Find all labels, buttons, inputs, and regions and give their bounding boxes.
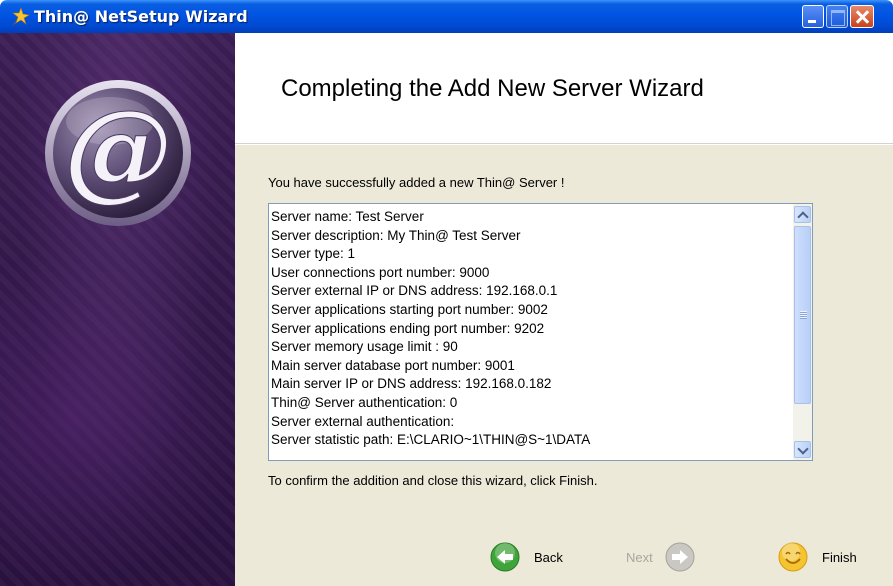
scroll-grip-icon <box>800 311 807 319</box>
back-label: Back <box>534 549 563 565</box>
minimize-button[interactable] <box>802 5 824 28</box>
finish-button[interactable]: Finish <box>778 541 857 573</box>
page-title: Completing the Add New Server Wizard <box>281 75 704 102</box>
finish-label: Finish <box>822 549 857 565</box>
summary-line: Main server IP or DNS address: 192.168.0… <box>271 376 552 392</box>
summary-line: Server memory usage limit : 90 <box>271 339 458 355</box>
wizard-icon <box>12 7 30 26</box>
summary-line: Main server database port number: 9001 <box>271 357 515 373</box>
summary-line: Thin@ Server authentication: 0 <box>271 394 458 410</box>
next-label: Next <box>626 549 653 565</box>
wizard-body: You have successfully added a new Thin@ … <box>235 145 893 586</box>
summary-textbox[interactable]: Server name: Test Server Server descript… <box>268 203 813 461</box>
title-bar[interactable]: Thin@ NetSetup Wizard <box>0 0 893 33</box>
summary-line: Server external authentication: <box>271 413 455 429</box>
summary-line: Server external IP or DNS address: 192.1… <box>271 283 558 299</box>
success-message: You have successfully added a new Thin@ … <box>268 175 565 190</box>
scroll-down-button[interactable] <box>794 441 811 458</box>
summary-line: Server applications starting port number… <box>271 301 548 317</box>
smiley-icon <box>778 542 808 572</box>
summary-line: Server applications ending port number: … <box>271 320 545 336</box>
maximize-button[interactable] <box>826 5 848 28</box>
at-sign-logo: @ <box>45 80 191 226</box>
side-panel: @ <box>0 33 235 586</box>
summary-lines: Server name: Test Server Server descript… <box>271 208 781 450</box>
wizard-header: Completing the Add New Server Wizard <box>235 33 893 143</box>
scroll-up-button[interactable] <box>794 206 811 223</box>
svg-text:@: @ <box>64 87 172 213</box>
summary-line: Server type: 1 <box>271 246 356 262</box>
window-title: Thin@ NetSetup Wizard <box>34 7 248 26</box>
summary-line: Server statistic path: E:\CLARIO~1\THIN@… <box>271 432 591 448</box>
summary-line: Server name: Test Server <box>271 209 424 224</box>
back-arrow-icon <box>490 542 520 572</box>
scroll-thumb[interactable] <box>794 226 811 404</box>
summary-line: Server description: My Thin@ Test Server <box>271 227 521 243</box>
confirm-message: To confirm the addition and close this w… <box>268 473 598 488</box>
next-arrow-icon <box>665 542 695 572</box>
summary-line: User connections port number: 9000 <box>271 264 490 280</box>
back-button[interactable]: Back <box>490 541 563 573</box>
vertical-scrollbar[interactable] <box>793 204 812 460</box>
next-button[interactable]: Next <box>626 541 695 573</box>
close-button[interactable] <box>850 5 874 28</box>
